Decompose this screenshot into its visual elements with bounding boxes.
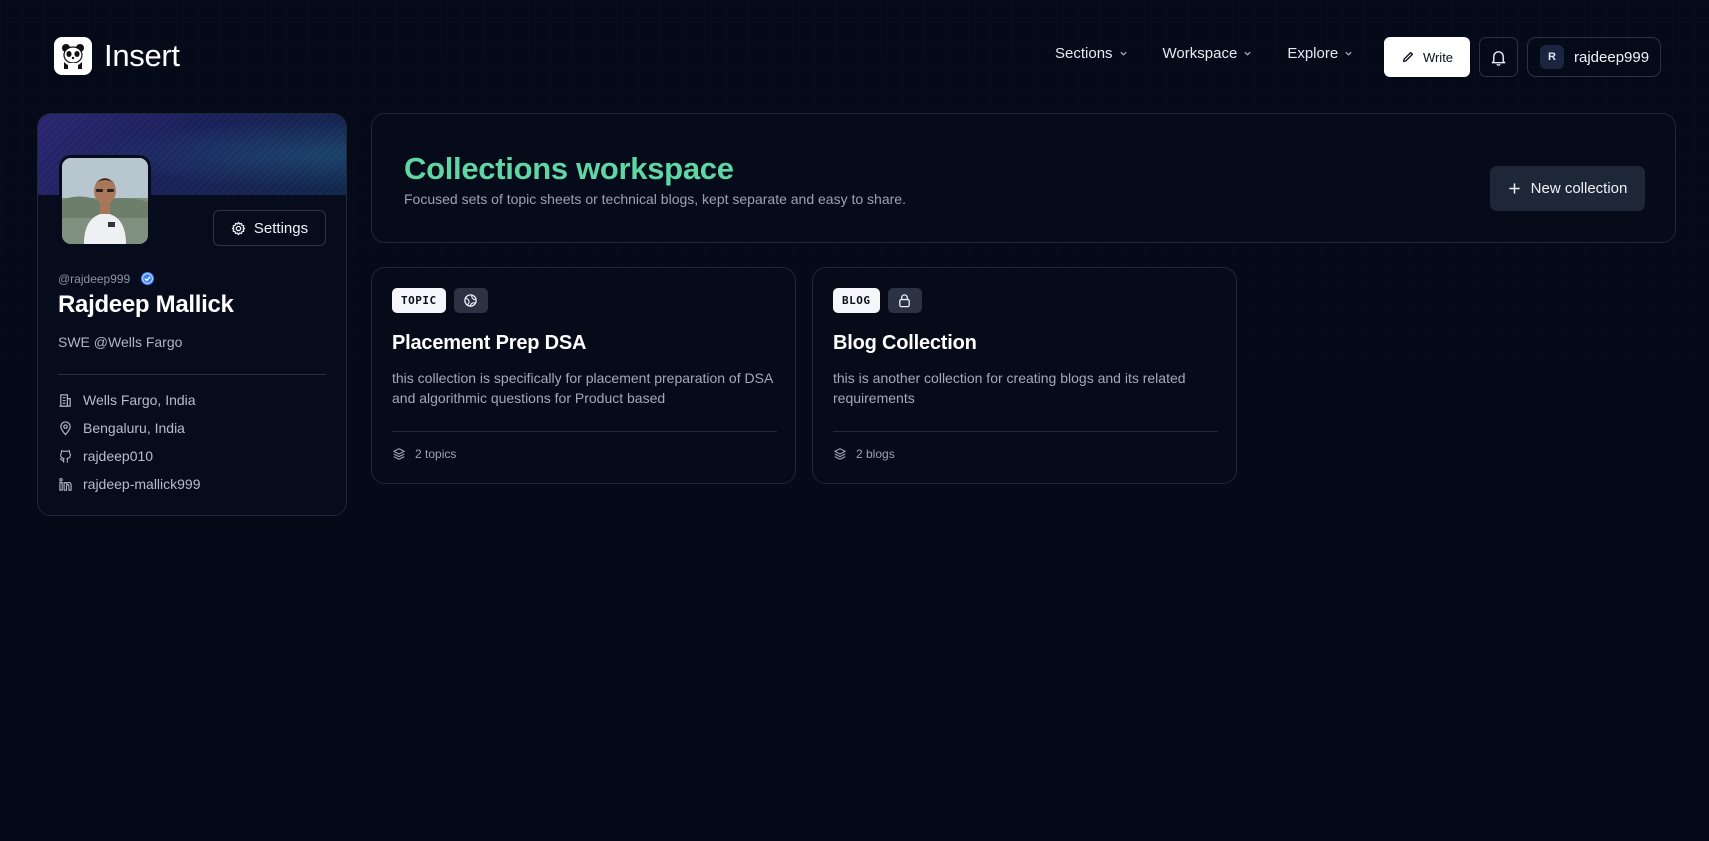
chevron-down-icon: [1119, 51, 1127, 56]
chevron-down-icon: [1244, 51, 1251, 56]
layers-icon: [834, 448, 846, 460]
detail-company: Wells Fargo, India: [58, 392, 201, 408]
building-icon: [58, 393, 73, 408]
workspace-header: Collections workspace Focused sets of to…: [371, 113, 1676, 243]
bell-icon: [1491, 50, 1506, 66]
divider: [833, 431, 1218, 432]
collection-type-badge: BLOG: [833, 288, 880, 313]
new-collection-label: New collection: [1530, 180, 1628, 197]
detail-location-text: Bengaluru, India: [83, 420, 185, 436]
profile-photo: [59, 155, 151, 247]
settings-button[interactable]: Settings: [213, 210, 326, 246]
brand-logo[interactable]: Insert: [54, 37, 180, 75]
divider: [58, 374, 326, 375]
divider: [392, 431, 777, 432]
user-menu-button[interactable]: R rajdeep999: [1527, 37, 1661, 77]
collection-description: this is another collection for creating …: [833, 370, 1186, 406]
plus-icon: [1509, 183, 1520, 194]
collection-title: Blog Collection: [833, 332, 977, 354]
location-pin-icon: [58, 420, 73, 436]
detail-linkedin[interactable]: rajdeep-mallick999: [58, 476, 201, 492]
profile-name: Rajdeep Mallick: [58, 291, 234, 318]
username-label: rajdeep999: [1574, 48, 1650, 66]
nav-sections-label: Sections: [1055, 45, 1113, 62]
nav-sections[interactable]: Sections: [1055, 45, 1128, 62]
notifications-button[interactable]: [1479, 37, 1518, 77]
collection-description: this collection is specifically for plac…: [392, 370, 773, 406]
collection-count: 2 blogs: [833, 447, 895, 461]
brand-name: Insert: [104, 38, 180, 73]
card-tags: TOPIC: [392, 288, 488, 313]
verified-badge-icon: [141, 271, 155, 286]
user-handle: @rajdeep999: [58, 271, 131, 286]
nav-explore[interactable]: Explore: [1287, 45, 1353, 62]
detail-location: Bengaluru, India: [58, 420, 201, 436]
write-button[interactable]: Write: [1384, 37, 1470, 77]
nav-workspace[interactable]: Workspace: [1163, 45, 1253, 62]
write-button-label: Write: [1422, 49, 1454, 65]
nav-explore-label: Explore: [1287, 45, 1339, 62]
main-nav: Sections Workspace Explore: [1055, 45, 1353, 62]
handle-row: @rajdeep999: [58, 271, 155, 286]
collection-count-label: 2 blogs: [856, 447, 895, 461]
collection-card[interactable]: BLOG Blog Collection this is another col…: [812, 267, 1237, 484]
collection-type-badge: TOPIC: [392, 288, 446, 313]
detail-github-text: rajdeep010: [83, 448, 154, 464]
lock-icon: [887, 288, 922, 313]
new-collection-button[interactable]: New collection: [1490, 166, 1645, 211]
detail-company-text: Wells Fargo, India: [83, 392, 196, 408]
card-tags: BLOG: [833, 288, 922, 313]
github-icon: [58, 449, 73, 464]
top-header: Insert Sections Workspace Explore Write …: [0, 0, 1709, 114]
detail-github[interactable]: rajdeep010: [58, 448, 201, 464]
pencil-icon: [1402, 51, 1413, 63]
linkedin-icon: [58, 477, 73, 492]
nav-workspace-label: Workspace: [1162, 45, 1238, 62]
chevron-down-icon: [1345, 51, 1352, 56]
avatar: R: [1540, 45, 1564, 69]
panda-logo-icon: [54, 37, 92, 75]
globe-icon: [453, 288, 488, 313]
collection-title: Placement Prep DSA: [392, 332, 587, 354]
profile-bio: SWE @Wells Fargo: [58, 334, 183, 350]
detail-linkedin-text: rajdeep-mallick999: [83, 476, 201, 492]
collection-count-label: 2 topics: [415, 447, 457, 461]
page-title: Collections workspace: [404, 151, 734, 186]
settings-button-label: Settings: [253, 219, 309, 237]
profile-card: Settings @rajdeep999 Rajdeep Mallick SWE…: [37, 113, 347, 516]
layers-icon: [393, 448, 405, 460]
gear-icon: [231, 221, 246, 235]
page-subtitle: Focused sets of topic sheets or technica…: [404, 191, 906, 207]
profile-details: Wells Fargo, India Bengaluru, India rajd…: [58, 392, 201, 492]
collection-count: 2 topics: [392, 447, 456, 461]
collection-card[interactable]: TOPIC Placement Prep DSA this collection…: [371, 267, 796, 484]
